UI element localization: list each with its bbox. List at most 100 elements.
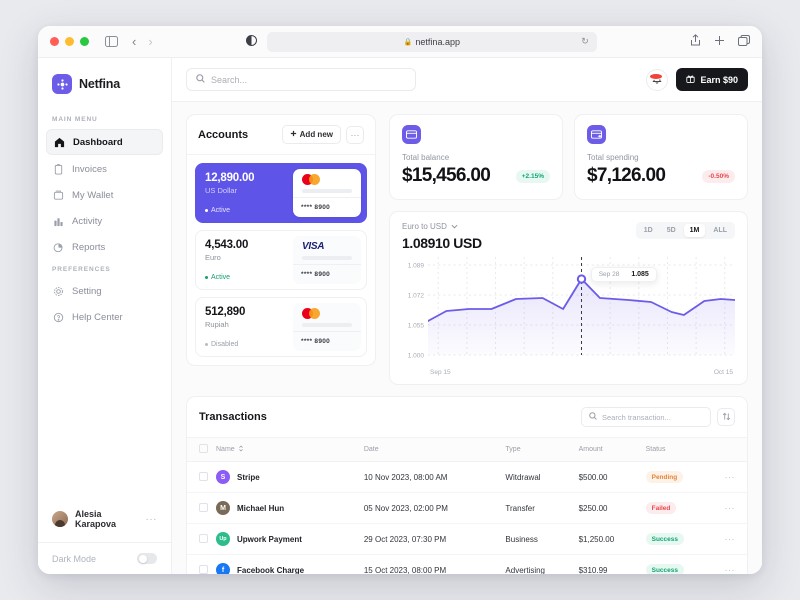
add-new-account-button[interactable]: Add new xyxy=(281,125,341,144)
account-currency: Rupiah xyxy=(205,320,229,329)
merchant-name: Upwork Payment xyxy=(237,534,302,544)
card-brand xyxy=(293,169,361,189)
cell-date: 05 Nov 2023, 02:00 PM xyxy=(359,492,502,524)
column-amount: Amount xyxy=(574,437,642,462)
dark-mode-toggle[interactable] xyxy=(137,553,157,564)
reload-icon[interactable]: ↻ xyxy=(581,36,589,47)
more-horizontal-icon[interactable]: ··· xyxy=(725,534,736,544)
card-outflow-icon xyxy=(587,125,606,144)
close-window-icon[interactable] xyxy=(50,37,59,46)
url-text: netfina.app xyxy=(415,36,460,47)
brand[interactable]: Netfina xyxy=(38,58,171,110)
chart-canvas[interactable]: Sep 28 1.085 xyxy=(427,257,736,365)
sidebar-item-dashboard[interactable]: Dashboard xyxy=(46,129,163,155)
forward-arrow-icon[interactable]: › xyxy=(148,34,152,49)
range-5d[interactable]: 5D xyxy=(661,224,682,237)
cell-actions: ··· xyxy=(713,492,747,524)
transaction-search-input[interactable]: Search transaction... xyxy=(581,407,711,427)
status-badge: Pending xyxy=(645,471,684,483)
url-bar[interactable]: 🔒 netfina.app ↻ xyxy=(266,31,597,52)
account-currency: US Dollar xyxy=(205,186,238,195)
account-amount: 12,890.00 xyxy=(205,172,255,184)
transactions-title: Transactions xyxy=(199,411,267,423)
row-checkbox[interactable] xyxy=(199,533,208,543)
stat-row: $15,456.00 +2.15% xyxy=(402,165,550,187)
share-icon[interactable] xyxy=(690,34,701,49)
cell-type: Advertising xyxy=(501,554,575,574)
column-status: Status xyxy=(641,437,713,462)
exchange-rate-chart-card: Euro to USD 1.08910 USD 1D 5D 1M ALL 1.0… xyxy=(389,211,748,385)
row-checkbox[interactable] xyxy=(199,471,208,481)
range-1d[interactable]: 1D xyxy=(638,224,659,237)
sidebar-item-label: Reports xyxy=(72,241,106,253)
sidebar-toggle-icon[interactable] xyxy=(105,36,118,47)
column-name[interactable]: Name xyxy=(212,437,360,462)
table-row[interactable]: S Stripe 10 Nov 2023, 08:00 AM Witdrawal… xyxy=(187,461,747,493)
transaction-search-placeholder: Search transaction... xyxy=(602,412,671,422)
cell-type: Witdrawal xyxy=(501,461,575,493)
sidebar-item-invoices[interactable]: Invoices xyxy=(46,157,163,181)
app-shell: Netfina MAIN MENU Dashboard Invoices My xyxy=(38,58,762,574)
cell-name: M Michael Hun xyxy=(212,492,360,524)
sidebar-user[interactable]: Alesia Karapova ··· xyxy=(46,502,163,536)
tab-overview-icon[interactable] xyxy=(738,34,750,49)
window-controls[interactable] xyxy=(50,37,89,46)
search-input[interactable]: Search... xyxy=(186,68,416,91)
accounts-list: 12,890.00 US Dollar Active **** 8900 4,5… xyxy=(187,155,375,365)
account-card[interactable]: 512,890 Rupiah Disabled **** 8900 xyxy=(195,297,367,357)
more-horizontal-icon[interactable]: ··· xyxy=(725,472,736,482)
card-brand xyxy=(293,303,361,323)
main-area: Search... Earn $90 Accounts Add new ··· … xyxy=(172,58,762,574)
gear-icon xyxy=(52,285,64,297)
dark-mode-row[interactable]: Dark Mode xyxy=(38,542,171,574)
row-checkbox[interactable] xyxy=(199,564,208,574)
stat-label: Total balance xyxy=(402,153,450,162)
more-horizontal-icon[interactable]: ··· xyxy=(725,503,736,513)
table-row[interactable]: Up Upwork Payment 29 Oct 2023, 07:30 PM … xyxy=(187,523,747,555)
sidebar-item-label: Help Center xyxy=(72,311,123,323)
table-header-row: Name Date Type Amount Status xyxy=(187,437,747,462)
account-status-label: Active xyxy=(211,274,231,281)
more-horizontal-icon[interactable]: ··· xyxy=(146,514,158,525)
accounts-more-button[interactable]: ··· xyxy=(346,125,364,144)
new-tab-icon[interactable] xyxy=(714,35,725,49)
currency-pair-selector[interactable]: Euro to USD xyxy=(402,222,482,231)
status-dot xyxy=(205,343,208,346)
sidebar-item-activity[interactable]: Activity xyxy=(46,209,163,233)
account-card[interactable]: 12,890.00 US Dollar Active **** 8900 xyxy=(195,163,367,223)
status-badge: Success xyxy=(645,564,684,574)
sidebar-item-help-center[interactable]: Help Center xyxy=(46,305,163,329)
minimize-window-icon[interactable] xyxy=(65,37,74,46)
reader-mode-icon[interactable] xyxy=(245,34,257,49)
browser-chrome: ‹ › 🔒 netfina.app ↻ xyxy=(38,26,762,58)
status-dot xyxy=(205,209,208,212)
table-row[interactable]: M Michael Hun 05 Nov 2023, 02:00 PM Tran… xyxy=(187,492,747,524)
nav-arrows[interactable]: ‹ › xyxy=(132,34,153,49)
merchant-avatar: S xyxy=(216,470,230,484)
account-amount: 512,890 xyxy=(205,306,246,318)
stat-value: $7,126.00 xyxy=(587,165,666,186)
back-arrow-icon[interactable]: ‹ xyxy=(132,34,136,49)
cell-name: S Stripe xyxy=(212,461,360,493)
account-card[interactable]: 4,543.00 Euro Active VISA **** 8900 xyxy=(195,230,367,290)
mastercard-icon xyxy=(302,307,320,319)
range-1m[interactable]: 1M xyxy=(683,224,706,237)
sidebar-item-setting[interactable]: Setting xyxy=(46,279,163,303)
sidebar-item-reports[interactable]: Reports xyxy=(46,235,163,259)
card-placeholder-line xyxy=(302,323,352,327)
range-all[interactable]: ALL xyxy=(707,224,733,237)
row-select xyxy=(187,523,212,555)
merchant-name: Stripe xyxy=(237,472,260,482)
row-checkbox[interactable] xyxy=(199,502,208,512)
sidebar-item-my-wallet[interactable]: My Wallet xyxy=(46,183,163,207)
select-all-checkbox[interactable] xyxy=(199,444,208,453)
y-axis: 1.089 1.072 1.055 1.000 xyxy=(402,257,428,365)
more-horizontal-icon[interactable]: ··· xyxy=(725,565,736,574)
total-balance-card: Total balance $15,456.00 +2.15% xyxy=(389,114,563,200)
cell-status: Success xyxy=(641,554,713,574)
table-row[interactable]: f Facebook Charge 15 Oct 2023, 08:00 PM … xyxy=(187,554,747,574)
transactions-filter-button[interactable] xyxy=(717,408,735,426)
maximize-window-icon[interactable] xyxy=(80,37,89,46)
earn-button[interactable]: Earn $90 xyxy=(676,68,748,91)
notifications-button[interactable] xyxy=(646,68,669,91)
